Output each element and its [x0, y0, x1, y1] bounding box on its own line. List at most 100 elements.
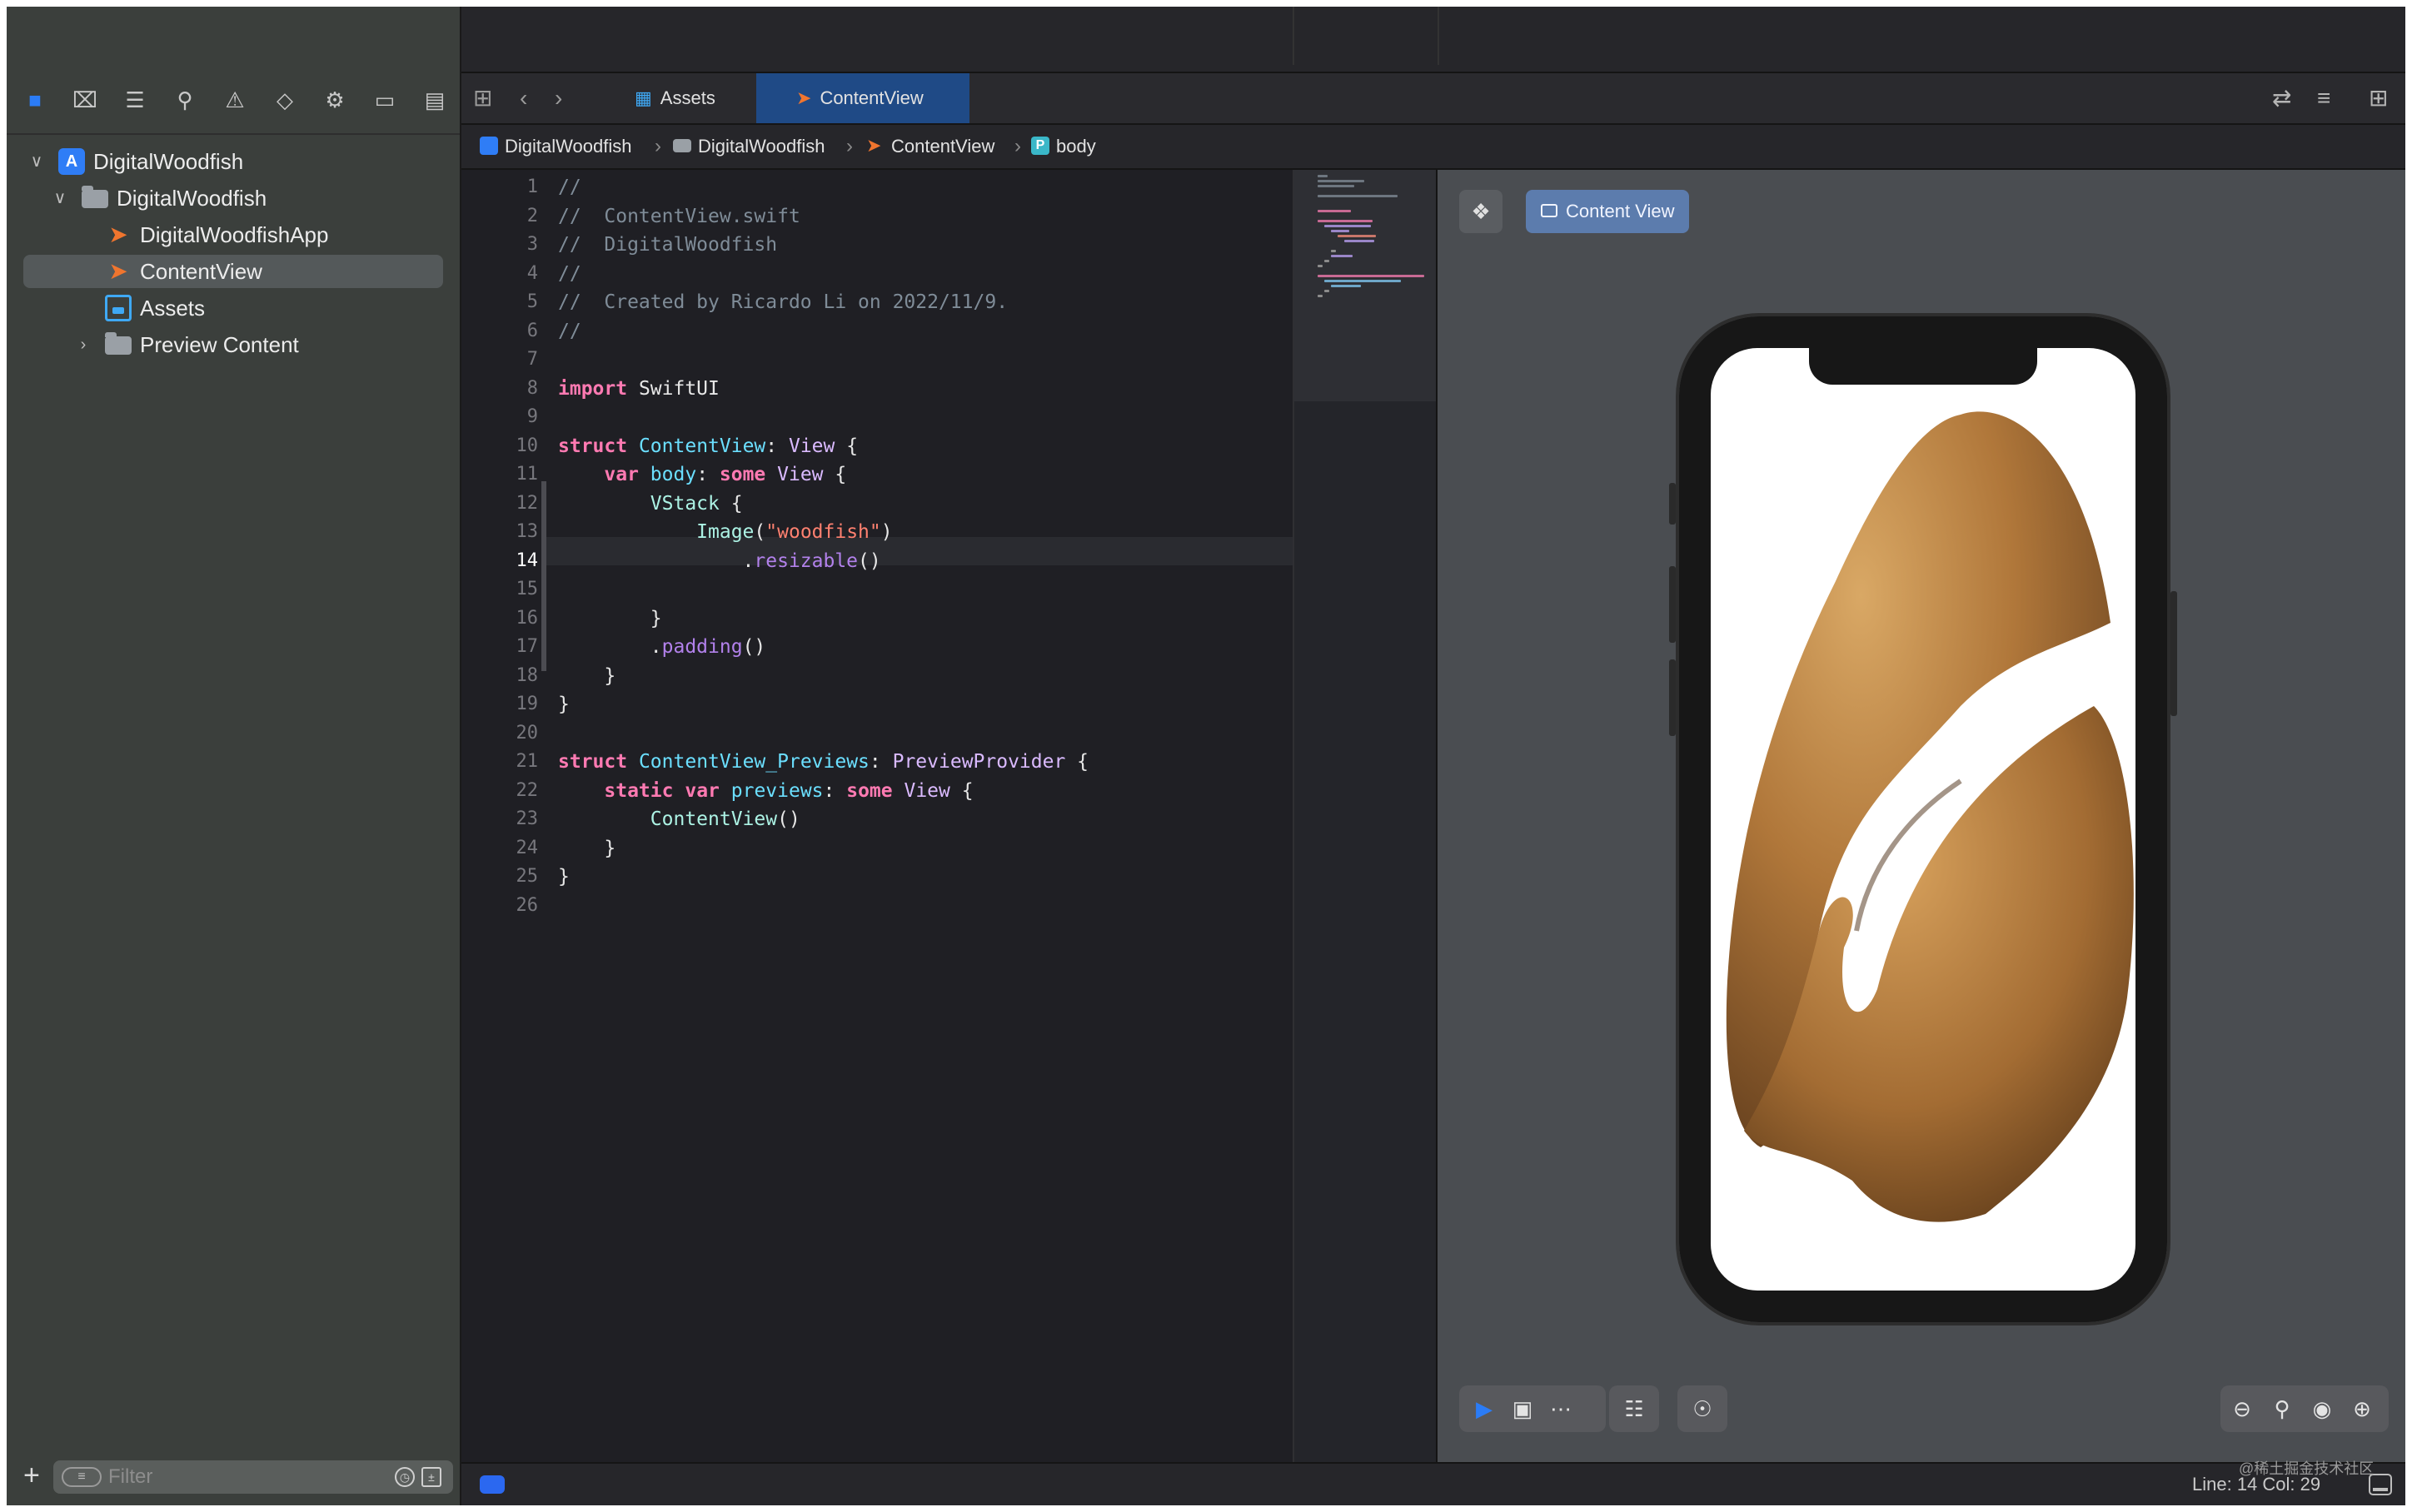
tree-item-app-file[interactable]: ➤ DigitalWoodfishApp [23, 218, 443, 251]
hierarchy-icon[interactable]: ☰ [120, 85, 150, 115]
live-preview-icon[interactable]: ▶ [1469, 1394, 1499, 1424]
forward-chevron-icon[interactable]: › [555, 83, 562, 113]
grid-icon[interactable]: ⊞ [473, 83, 492, 113]
code-line[interactable]: } [558, 662, 615, 690]
code-line[interactable]: // [558, 260, 581, 288]
minimap[interactable] [1293, 170, 1438, 1462]
back-chevron-icon[interactable]: ‹ [520, 83, 527, 113]
device-settings-icon[interactable]: ☷ [1619, 1394, 1649, 1424]
tree-item-project[interactable]: ∨ A DigitalWoodfish [23, 145, 443, 178]
device-settings-group: ☷ [1609, 1385, 1659, 1432]
asset-catalog-icon [105, 295, 132, 321]
code-line[interactable]: static var previews: some View { [558, 777, 973, 805]
breadcrumb-symbol[interactable]: Pbody [1031, 125, 1096, 168]
code-line[interactable]: struct ContentView: View { [558, 432, 858, 460]
code-line[interactable]: VStack { [558, 490, 743, 518]
line-number: 6 [526, 320, 538, 341]
filter-options-icon[interactable]: ≡ [62, 1467, 102, 1487]
swift-icon: ➤ [796, 87, 812, 108]
code-line[interactable]: var body: some View { [558, 460, 846, 489]
editor-options-icon[interactable]: ≡ [2317, 83, 2330, 113]
tree-item-folder[interactable]: ∨ DigitalWoodfish [23, 182, 443, 215]
tree-item-contentview[interactable]: ➤ ContentView [23, 255, 443, 288]
tree-item-label: DigitalWoodfish [117, 186, 267, 211]
line-number: 12 [516, 492, 539, 514]
code-line[interactable]: } [558, 604, 662, 633]
line-number: 9 [526, 406, 538, 427]
breadcrumb-folder[interactable]: DigitalWoodfish [673, 125, 825, 168]
zoom-100-icon[interactable]: ◉ [2307, 1394, 2337, 1424]
tab-contentview[interactable]: ➤ ContentView [756, 73, 969, 123]
add-icon[interactable]: + [23, 1460, 40, 1490]
line-number: 26 [516, 894, 539, 916]
code-line[interactable]: // [558, 317, 581, 346]
folder-icon [105, 332, 132, 355]
tree-item-assets[interactable]: Assets [23, 291, 443, 325]
inspector-icon[interactable]: ☉ [1687, 1394, 1717, 1424]
report-icon[interactable]: ▤ [420, 85, 450, 115]
filter-field[interactable]: ≡ Filter ◷ ± [53, 1460, 453, 1494]
minimap-line [1318, 210, 1351, 212]
swift-icon: ➤ [108, 258, 128, 284]
device-screen[interactable] [1711, 348, 2135, 1291]
minimap-line [1324, 260, 1329, 262]
minimap-line [1324, 290, 1329, 292]
code-line[interactable]: // DigitalWoodfish [558, 231, 777, 259]
tree-item-label: DigitalWoodfish [93, 149, 244, 174]
code-line[interactable]: .resizable() [558, 547, 881, 575]
tab-assets[interactable]: ▦ Assets [621, 73, 773, 123]
zoom-in-icon[interactable]: ⊕ [2347, 1394, 2377, 1424]
swift-icon: ➤ [108, 221, 128, 247]
code-line[interactable]: // [558, 173, 581, 201]
breadcrumb-label: ContentView [891, 136, 995, 157]
debug-icon[interactable]: ⚙ [320, 85, 350, 115]
code-line[interactable]: .padding() [558, 633, 766, 661]
breadcrumb-file[interactable]: ➤ ContentView [866, 125, 994, 168]
code-line[interactable]: ContentView() [558, 805, 800, 833]
code-line[interactable]: import SwiftUI [558, 375, 720, 403]
warning-icon[interactable]: ⚠ [220, 85, 250, 115]
selectable-icon[interactable]: ▣ [1508, 1394, 1537, 1424]
search-icon[interactable]: ⚲ [170, 85, 200, 115]
code-line[interactable]: } [558, 863, 570, 891]
xcode-window: ■ ⌧ ☰ ⚲ ⚠ ◇ ⚙ ▭ ▤ ∨ A DigitalWoodfish ∨ … [7, 7, 2405, 1505]
variants-icon[interactable]: ⋯ [1546, 1394, 1576, 1424]
code-line[interactable]: // Created by Ricardo Li on 2022/11/9. [558, 288, 1008, 316]
minimap-viewport[interactable] [1294, 170, 1438, 401]
scm-filter-icon[interactable]: ± [421, 1467, 441, 1487]
code-line[interactable]: } [558, 690, 570, 719]
source-control-icon[interactable]: ⌧ [70, 85, 100, 115]
chevron-right-icon[interactable]: › [75, 328, 92, 361]
zoom-controls: ⊖ ⚲ ◉ ⊕ [2220, 1385, 2389, 1432]
status-bar: Line: 14 Col: 29 [461, 1462, 2405, 1505]
zoom-out-icon[interactable]: ⊖ [2227, 1394, 2257, 1424]
line-number: 21 [516, 751, 539, 772]
line-number: 23 [516, 808, 539, 829]
chevron-down-icon[interactable]: ∨ [28, 145, 45, 178]
chevron-down-icon[interactable]: ∨ [52, 182, 68, 215]
swap-icon[interactable]: ⇄ [2272, 83, 2291, 113]
xcode-project-icon [480, 137, 498, 156]
debug-area-toggle[interactable] [480, 1475, 505, 1494]
add-editor-icon[interactable]: ⊞ [2369, 83, 2388, 113]
code-line[interactable]: // ContentView.swift [558, 202, 800, 231]
code-line[interactable]: Image("woodfish") [558, 518, 892, 546]
tree-item-preview-content[interactable]: › Preview Content [23, 328, 443, 361]
recent-files-icon[interactable]: ◷ [395, 1467, 415, 1487]
breadcrumb-separator-icon: › [1014, 135, 1021, 157]
test-icon[interactable]: ◇ [270, 85, 300, 115]
pin-icon[interactable]: ❖ [1459, 190, 1503, 233]
line-number: 25 [516, 866, 539, 887]
zoom-fit-icon[interactable]: ⚲ [2267, 1394, 2297, 1424]
line-number: 13 [516, 521, 539, 542]
code-line[interactable]: struct ContentView_Previews: PreviewProv… [558, 748, 1089, 776]
code-line[interactable]: } [558, 834, 615, 863]
iphone-frame [1669, 313, 2177, 1325]
content-view-preview-button[interactable]: Content View [1526, 190, 1690, 233]
minimap-line [1344, 240, 1374, 242]
source-editor[interactable]: 1 2 3 4 5 6 7 8 9 10 11 12 13 14 15 16 17 18 19 20 21 22 23 24 2… [461, 170, 1293, 1462]
folder-icon[interactable]: ■ [20, 85, 50, 115]
preview-mode-controls: ▶ ▣ ⋯ [1459, 1385, 1606, 1432]
breadcrumb-project[interactable]: DigitalWoodfish [480, 125, 631, 168]
breakpoint-icon[interactable]: ▭ [370, 85, 400, 115]
